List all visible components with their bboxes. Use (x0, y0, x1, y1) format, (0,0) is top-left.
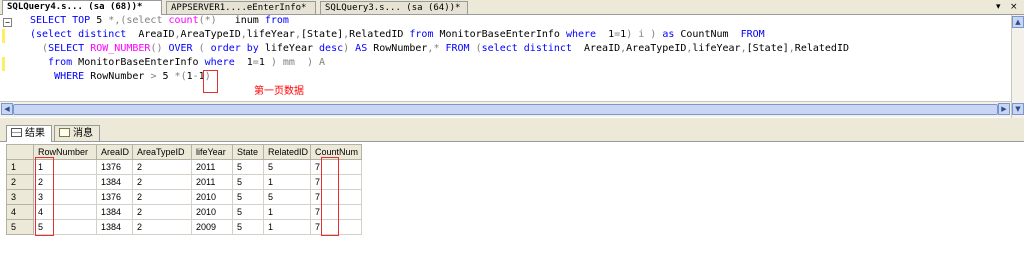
scroll-down-icon[interactable]: ▼ (1012, 103, 1024, 115)
code-line-3: (SELECT ROW_NUMBER() OVER ( order by lif… (30, 43, 849, 54)
tab-results[interactable]: 结果 (6, 125, 52, 142)
grid-cell[interactable]: 1384 (96, 219, 133, 235)
grid-cell[interactable]: 2011 (191, 174, 233, 190)
scroll-right-icon[interactable]: ▶ (998, 103, 1010, 115)
row-number[interactable]: 5 (6, 219, 34, 235)
column-header[interactable]: AreaTypeID (132, 144, 192, 160)
first-page-annotation: 第一页数据 (254, 86, 304, 97)
grid-cell[interactable]: 1384 (96, 174, 133, 190)
grid-cell[interactable]: 2 (132, 219, 192, 235)
grid-cell[interactable]: 5 (263, 159, 311, 175)
tab-appserver1[interactable]: APPSERVER1....eEnterInfo* (166, 1, 316, 14)
code-line-2: (select distinct AreaID,AreaTypeID,lifeY… (30, 29, 765, 40)
grid-cell[interactable]: 1 (263, 219, 311, 235)
tab-sqlquery3[interactable]: SQLQuery3.s... (sa (64))* (320, 1, 468, 14)
close-tab-icon[interactable]: × (1010, 2, 1018, 12)
grid-cell[interactable]: 5 (232, 219, 264, 235)
row-number[interactable]: 2 (6, 174, 34, 190)
code-line-5: WHERE RowNumber > 5 *(1-1) (30, 71, 211, 82)
message-icon (59, 128, 70, 137)
grid-cell[interactable]: 1 (263, 204, 311, 220)
row-header-corner[interactable] (6, 144, 34, 160)
grid-cell[interactable]: 5 (263, 189, 311, 205)
grid-icon (11, 128, 22, 137)
grid-cell[interactable]: 1376 (96, 159, 133, 175)
code-line-4: from MonitorBaseEnterInfo where 1=1 ) mm… (30, 57, 326, 68)
grid-cell[interactable]: 1 (263, 174, 311, 190)
grid-cell[interactable]: 1384 (96, 204, 133, 220)
table-row[interactable]: 2 2 1384 2 2011 5 1 7 (6, 174, 362, 190)
grid-cell[interactable]: 2010 (191, 204, 233, 220)
countnum-highlight (321, 157, 339, 236)
column-header[interactable]: AreaID (96, 144, 133, 160)
row-number[interactable]: 3 (6, 189, 34, 205)
tab-dropdown-icon[interactable]: ▾ (996, 2, 1001, 12)
change-marker (2, 57, 5, 71)
grid-header-row: RowNumber AreaID AreaTypeID lifeYear Sta… (6, 144, 362, 160)
code-line-1: SELECT TOP 5 *,(select count(*) inum fro… (30, 15, 289, 26)
results-grid: RowNumber AreaID AreaTypeID lifeYear Sta… (6, 144, 362, 235)
grid-cell[interactable]: 2 (132, 159, 192, 175)
grid-cell[interactable]: 5 (232, 189, 264, 205)
editor-gutter: − (0, 15, 14, 100)
rownumber-highlight (35, 157, 54, 236)
table-row[interactable]: 5 5 1384 2 2009 5 1 7 (6, 219, 362, 235)
editor-vertical-scrollbar[interactable]: ▲ ▼ (1011, 15, 1024, 118)
scroll-up-icon[interactable]: ▲ (1012, 16, 1024, 28)
document-tab-strip: SQLQuery4.s... (sa (68))* APPSERVER1....… (0, 0, 1024, 15)
grid-cell[interactable]: 5 (232, 204, 264, 220)
grid-cell[interactable]: 5 (232, 174, 264, 190)
grid-cell[interactable]: 2009 (191, 219, 233, 235)
grid-cell[interactable]: 2 (132, 174, 192, 190)
grid-cell[interactable]: 2 (132, 189, 192, 205)
results-grid-area: RowNumber AreaID AreaTypeID lifeYear Sta… (0, 142, 1024, 274)
page-number-highlight (203, 70, 218, 93)
grid-cell[interactable]: 1376 (96, 189, 133, 205)
horizontal-scroll-thumb[interactable] (13, 104, 998, 115)
change-marker (2, 29, 5, 43)
column-header[interactable]: State (232, 144, 264, 160)
column-header[interactable]: lifeYear (191, 144, 233, 160)
scroll-left-icon[interactable]: ◀ (1, 103, 13, 115)
grid-cell[interactable]: 2 (132, 204, 192, 220)
editor-horizontal-scrollbar[interactable]: ◀ ▶ (0, 101, 1011, 117)
result-tab-strip: 结果 消息 (0, 123, 1024, 142)
column-header[interactable]: RelatedID (263, 144, 311, 160)
collapse-toggle-icon[interactable]: − (3, 18, 12, 27)
table-row[interactable]: 3 3 1376 2 2010 5 5 7 (6, 189, 362, 205)
tab-sqlquery4[interactable]: SQLQuery4.s... (sa (68))* (2, 0, 162, 15)
sql-editor[interactable]: − SELECT TOP 5 *,(select count(*) inum f… (0, 15, 1024, 100)
grid-cell[interactable]: 2010 (191, 189, 233, 205)
grid-cell[interactable]: 5 (232, 159, 264, 175)
row-number[interactable]: 4 (6, 204, 34, 220)
table-row[interactable]: 4 4 1384 2 2010 5 1 7 (6, 204, 362, 220)
tab-messages[interactable]: 消息 (54, 125, 100, 141)
grid-cell[interactable]: 2011 (191, 159, 233, 175)
row-number[interactable]: 1 (6, 159, 34, 175)
table-row[interactable]: 1 1 1376 2 2011 5 5 7 (6, 159, 362, 175)
